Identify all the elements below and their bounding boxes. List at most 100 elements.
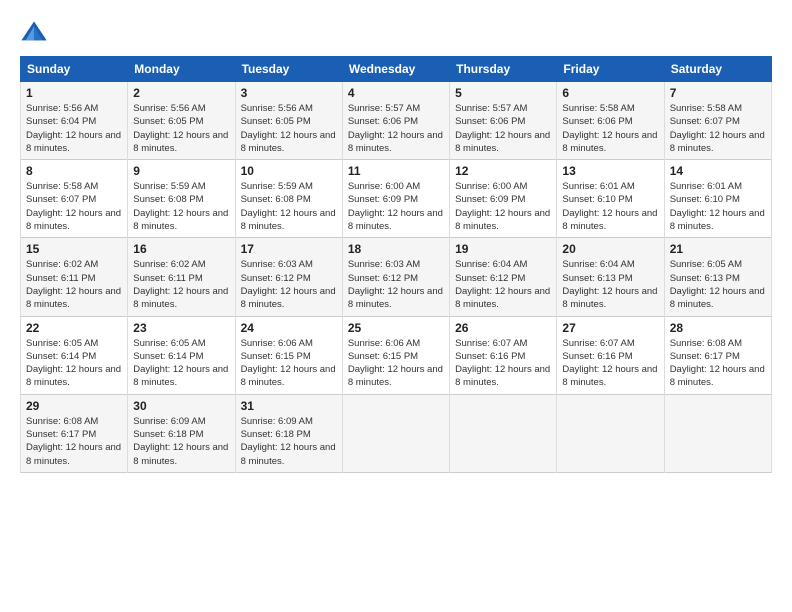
day-info: Sunrise: 6:05 AMSunset: 6:13 PMDaylight:… [670,258,766,311]
day-number: 5 [455,86,551,100]
day-info: Sunrise: 6:02 AMSunset: 6:11 PMDaylight:… [133,258,229,311]
day-number: 17 [241,242,337,256]
day-number: 31 [241,399,337,413]
col-saturday: Saturday [664,57,771,82]
table-cell [664,394,771,472]
table-cell: 6 Sunrise: 5:58 AMSunset: 6:06 PMDaylight… [557,82,664,160]
page: Sunday Monday Tuesday Wednesday Thursday… [0,0,792,612]
table-cell: 18 Sunrise: 6:03 AMSunset: 6:12 PMDayligh… [342,238,449,316]
table-row: 1 Sunrise: 5:56 AMSunset: 6:04 PMDaylight… [21,82,772,160]
calendar-table: Sunday Monday Tuesday Wednesday Thursday… [20,56,772,473]
table-cell: 5 Sunrise: 5:57 AMSunset: 6:06 PMDaylight… [450,82,557,160]
day-info: Sunrise: 6:09 AMSunset: 6:18 PMDaylight:… [133,415,229,468]
day-info: Sunrise: 6:05 AMSunset: 6:14 PMDaylight:… [133,337,229,390]
day-number: 15 [26,242,122,256]
table-cell: 21 Sunrise: 6:05 AMSunset: 6:13 PMDayligh… [664,238,771,316]
table-cell: 22 Sunrise: 6:05 AMSunset: 6:14 PMDayligh… [21,316,128,394]
table-cell: 4 Sunrise: 5:57 AMSunset: 6:06 PMDaylight… [342,82,449,160]
day-info: Sunrise: 6:07 AMSunset: 6:16 PMDaylight:… [562,337,658,390]
table-cell: 19 Sunrise: 6:04 AMSunset: 6:12 PMDayligh… [450,238,557,316]
table-cell [342,394,449,472]
day-number: 20 [562,242,658,256]
day-number: 11 [348,164,444,178]
day-number: 6 [562,86,658,100]
table-cell: 25 Sunrise: 6:06 AMSunset: 6:15 PMDayligh… [342,316,449,394]
day-info: Sunrise: 6:01 AMSunset: 6:10 PMDaylight:… [562,180,658,233]
day-info: Sunrise: 5:56 AMSunset: 6:04 PMDaylight:… [26,102,122,155]
day-number: 23 [133,321,229,335]
table-cell: 13Sunrise: 6:01 AMSunset: 6:10 PMDayligh… [557,160,664,238]
table-cell: 10Sunrise: 5:59 AMSunset: 6:08 PMDayligh… [235,160,342,238]
day-number: 10 [241,164,337,178]
logo-icon [20,18,48,46]
day-info: Sunrise: 6:09 AMSunset: 6:18 PMDaylight:… [241,415,337,468]
day-info: Sunrise: 6:00 AMSunset: 6:09 PMDaylight:… [455,180,551,233]
day-number: 3 [241,86,337,100]
day-info: Sunrise: 6:08 AMSunset: 6:17 PMDaylight:… [670,337,766,390]
day-info: Sunrise: 6:05 AMSunset: 6:14 PMDaylight:… [26,337,122,390]
table-row: 22 Sunrise: 6:05 AMSunset: 6:14 PMDayligh… [21,316,772,394]
table-cell: 12 Sunrise: 6:00 AMSunset: 6:09 PMDayligh… [450,160,557,238]
day-number: 25 [348,321,444,335]
table-cell: 20 Sunrise: 6:04 AMSunset: 6:13 PMDayligh… [557,238,664,316]
col-friday: Friday [557,57,664,82]
table-cell: 30Sunrise: 6:09 AMSunset: 6:18 PMDayligh… [128,394,235,472]
day-info: Sunrise: 5:58 AMSunset: 6:07 PMDaylight:… [670,102,766,155]
day-number: 21 [670,242,766,256]
day-info: Sunrise: 5:57 AMSunset: 6:06 PMDaylight:… [348,102,444,155]
day-number: 4 [348,86,444,100]
table-cell [450,394,557,472]
table-cell: 16 Sunrise: 6:02 AMSunset: 6:11 PMDayligh… [128,238,235,316]
day-info: Sunrise: 5:58 AMSunset: 6:07 PMDaylight:… [26,180,122,233]
day-number: 8 [26,164,122,178]
col-thursday: Thursday [450,57,557,82]
day-number: 9 [133,164,229,178]
table-cell: 9 Sunrise: 5:59 AMSunset: 6:08 PMDaylight… [128,160,235,238]
table-cell: 15Sunrise: 6:02 AMSunset: 6:11 PMDayligh… [21,238,128,316]
day-info: Sunrise: 5:58 AMSunset: 6:06 PMDaylight:… [562,102,658,155]
table-cell: 24 Sunrise: 6:06 AMSunset: 6:15 PMDayligh… [235,316,342,394]
day-number: 26 [455,321,551,335]
table-row: 8 Sunrise: 5:58 AMSunset: 6:07 PMDaylight… [21,160,772,238]
table-cell: 23 Sunrise: 6:05 AMSunset: 6:14 PMDayligh… [128,316,235,394]
col-monday: Monday [128,57,235,82]
day-info: Sunrise: 6:03 AMSunset: 6:12 PMDaylight:… [241,258,337,311]
day-number: 1 [26,86,122,100]
day-info: Sunrise: 5:56 AMSunset: 6:05 PMDaylight:… [133,102,229,155]
table-cell: 1 Sunrise: 5:56 AMSunset: 6:04 PMDaylight… [21,82,128,160]
table-cell: 14Sunrise: 6:01 AMSunset: 6:10 PMDayligh… [664,160,771,238]
day-number: 14 [670,164,766,178]
table-cell [557,394,664,472]
day-number: 27 [562,321,658,335]
day-info: Sunrise: 5:59 AMSunset: 6:08 PMDaylight:… [133,180,229,233]
day-info: Sunrise: 6:08 AMSunset: 6:17 PMDaylight:… [26,415,122,468]
day-number: 18 [348,242,444,256]
day-number: 7 [670,86,766,100]
day-number: 16 [133,242,229,256]
table-row: 15 Sunrise: 6:02 AMSunset: 6:11 PMDayligh… [21,238,772,316]
day-info: Sunrise: 6:03 AMSunset: 6:12 PMDaylight:… [348,258,444,311]
col-wednesday: Wednesday [342,57,449,82]
col-sunday: Sunday [21,57,128,82]
table-cell: 26Sunrise: 6:07 AMSunset: 6:16 PMDayligh… [450,316,557,394]
day-info: Sunrise: 5:56 AMSunset: 6:05 PMDaylight:… [241,102,337,155]
day-info: Sunrise: 6:06 AMSunset: 6:15 PMDaylight:… [241,337,337,390]
day-number: 12 [455,164,551,178]
day-number: 22 [26,321,122,335]
day-number: 24 [241,321,337,335]
day-info: Sunrise: 5:57 AMSunset: 6:06 PMDaylight:… [455,102,551,155]
table-cell: 28 Sunrise: 6:08 AMSunset: 6:17 PMDayligh… [664,316,771,394]
table-cell: 31 Sunrise: 6:09 AMSunset: 6:18 PMDayligh… [235,394,342,472]
day-number: 2 [133,86,229,100]
day-number: 19 [455,242,551,256]
table-cell: 3 Sunrise: 5:56 AMSunset: 6:05 PMDaylight… [235,82,342,160]
day-info: Sunrise: 6:04 AMSunset: 6:12 PMDaylight:… [455,258,551,311]
day-info: Sunrise: 6:04 AMSunset: 6:13 PMDaylight:… [562,258,658,311]
header-row: Sunday Monday Tuesday Wednesday Thursday… [21,57,772,82]
table-cell: 11Sunrise: 6:00 AMSunset: 6:09 PMDayligh… [342,160,449,238]
day-number: 28 [670,321,766,335]
table-cell: 17 Sunrise: 6:03 AMSunset: 6:12 PMDayligh… [235,238,342,316]
table-cell: 29Sunrise: 6:08 AMSunset: 6:17 PMDayligh… [21,394,128,472]
logo [20,18,52,46]
day-info: Sunrise: 6:06 AMSunset: 6:15 PMDaylight:… [348,337,444,390]
